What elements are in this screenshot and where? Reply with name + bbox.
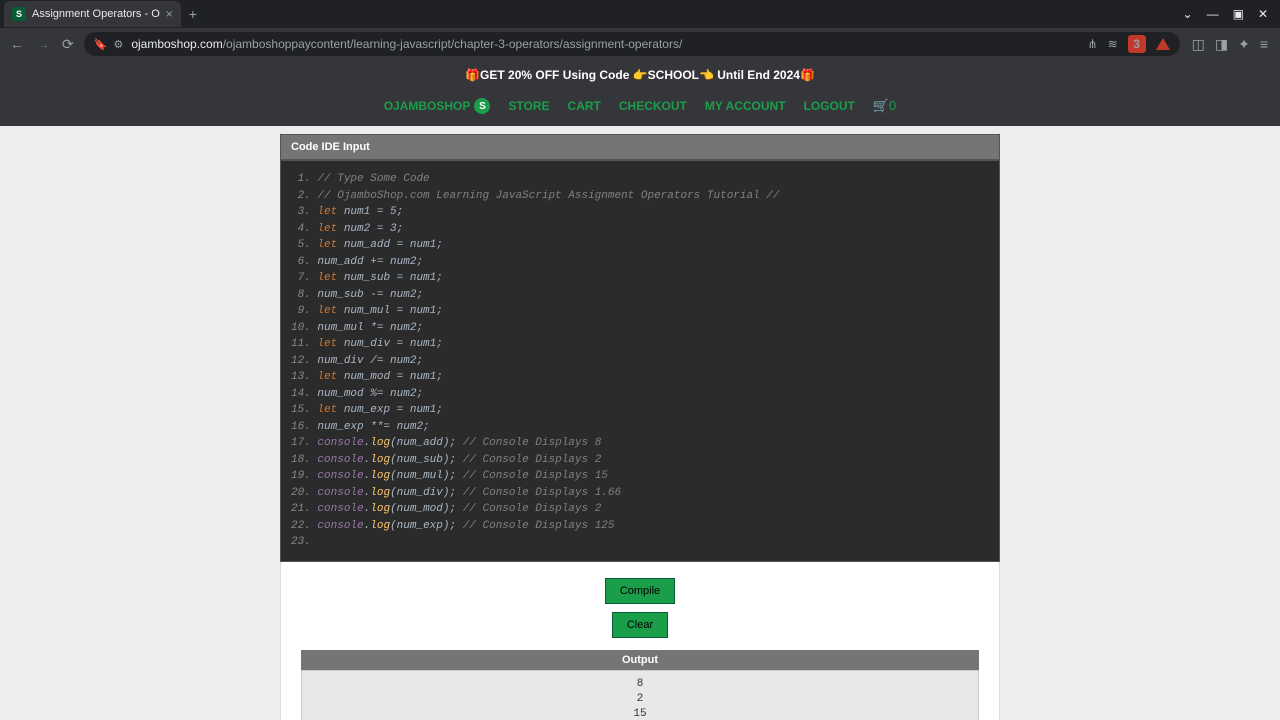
code-line: 2. // OjamboShop.com Learning JavaScript…	[291, 188, 989, 205]
back-button[interactable]: ←	[8, 34, 26, 54]
code-line: 17. console.log(num_add); // Console Dis…	[291, 435, 989, 452]
code-line: 9. let num_mul = num1;	[291, 303, 989, 320]
code-line: 4. let num2 = 3;	[291, 221, 989, 238]
brand-logo-icon: S	[474, 98, 490, 114]
nav-logout[interactable]: LOGOUT	[804, 99, 855, 113]
site-info-icon[interactable]: ⚙	[113, 38, 123, 51]
tab-title: Assignment Operators - O	[32, 8, 160, 20]
favicon-icon: S	[12, 7, 26, 21]
sidebar-icon[interactable]: ◨	[1215, 36, 1228, 53]
rss-icon[interactable]: ≋	[1108, 37, 1118, 51]
code-line: 19. console.log(num_mul); // Console Dis…	[291, 468, 989, 485]
ide-header: Code IDE Input	[280, 134, 1000, 160]
promo-banner: 🎁GET 20% OFF Using Code 👉SCHOOL👈 Until E…	[0, 60, 1280, 90]
clear-button[interactable]: Clear	[612, 612, 668, 638]
code-line: 21. console.log(num_mod); // Console Dis…	[291, 501, 989, 518]
code-line: 13. let num_mod = num1;	[291, 369, 989, 386]
code-line: 5. let num_add = num1;	[291, 237, 989, 254]
code-line: 1. // Type Some Code	[291, 171, 989, 188]
minimize-icon[interactable]: —	[1207, 7, 1219, 21]
address-bar[interactable]: 🔖 ⚙ ojamboshop.com/ojamboshoppaycontent/…	[84, 32, 1180, 56]
menu-icon[interactable]: ≡	[1260, 36, 1268, 53]
nav-store[interactable]: STORE	[508, 99, 549, 113]
code-line: 12. num_div /= num2;	[291, 353, 989, 370]
new-tab-button[interactable]: +	[181, 6, 205, 22]
cart-icon[interactable]: 🛒0	[873, 98, 896, 114]
ide-buttons: Compile Clear Output 8 2 15 1.6666666666…	[280, 562, 1000, 720]
page-viewport[interactable]: 🎁GET 20% OFF Using Code 👉SCHOOL👈 Until E…	[0, 60, 1280, 720]
code-line: 6. num_add += num2;	[291, 254, 989, 271]
output-console: 8 2 15 1.6666666666666667 2 125	[301, 670, 979, 720]
reload-button[interactable]: ⟳	[60, 34, 76, 55]
nav-account[interactable]: MY ACCOUNT	[705, 99, 786, 113]
code-line: 22. console.log(num_exp); // Console Dis…	[291, 518, 989, 535]
code-line: 14. num_mod %= num2;	[291, 386, 989, 403]
code-line: 15. let num_exp = num1;	[291, 402, 989, 419]
panel-icon[interactable]: ◫	[1192, 36, 1205, 53]
main-nav: OJAMBOSHOP S STORE CART CHECKOUT MY ACCO…	[0, 90, 1280, 126]
browser-toolbar: ← → ⟳ 🔖 ⚙ ojamboshop.com/ojamboshoppayco…	[0, 28, 1280, 60]
code-line: 7. let num_sub = num1;	[291, 270, 989, 287]
brand-link[interactable]: OJAMBOSHOP S	[384, 98, 491, 114]
forward-button[interactable]: →	[34, 34, 52, 54]
extension-triangle-icon[interactable]	[1156, 38, 1170, 50]
nav-cart[interactable]: CART	[568, 99, 601, 113]
code-line: 10. num_mul *= num2;	[291, 320, 989, 337]
code-line: 11. let num_div = num1;	[291, 336, 989, 353]
browser-tab[interactable]: S Assignment Operators - O ×	[4, 1, 181, 27]
close-window-icon[interactable]: ✕	[1258, 7, 1268, 21]
share-icon[interactable]: ⋔	[1088, 37, 1098, 51]
url-text: ojamboshop.com/ojamboshoppaycontent/lear…	[131, 37, 1079, 51]
close-tab-icon[interactable]: ×	[166, 7, 173, 21]
chevron-down-icon[interactable]: ⌄	[1183, 7, 1193, 21]
maximize-icon[interactable]: ▣	[1233, 7, 1244, 21]
bookmark-icon[interactable]: 🔖	[94, 38, 108, 51]
code-line: 3. let num1 = 5;	[291, 204, 989, 221]
sparkle-icon[interactable]: ✦	[1238, 36, 1250, 53]
code-line: 8. num_sub -= num2;	[291, 287, 989, 304]
code-line: 20. console.log(num_div); // Console Dis…	[291, 485, 989, 502]
code-line: 16. num_exp **= num2;	[291, 419, 989, 436]
output-header: Output	[301, 650, 979, 670]
nav-checkout[interactable]: CHECKOUT	[619, 99, 687, 113]
tab-bar: S Assignment Operators - O × + ⌄ — ▣ ✕	[0, 0, 1280, 28]
window-controls: ⌄ — ▣ ✕	[1183, 7, 1276, 21]
compile-button[interactable]: Compile	[605, 578, 675, 604]
code-line: 18. console.log(num_sub); // Console Dis…	[291, 452, 989, 469]
code-editor[interactable]: 1. // Type Some Code 2. // OjamboShop.co…	[280, 160, 1000, 562]
extension-badge-icon[interactable]: 3	[1128, 35, 1146, 53]
code-line: 23.	[291, 534, 989, 551]
